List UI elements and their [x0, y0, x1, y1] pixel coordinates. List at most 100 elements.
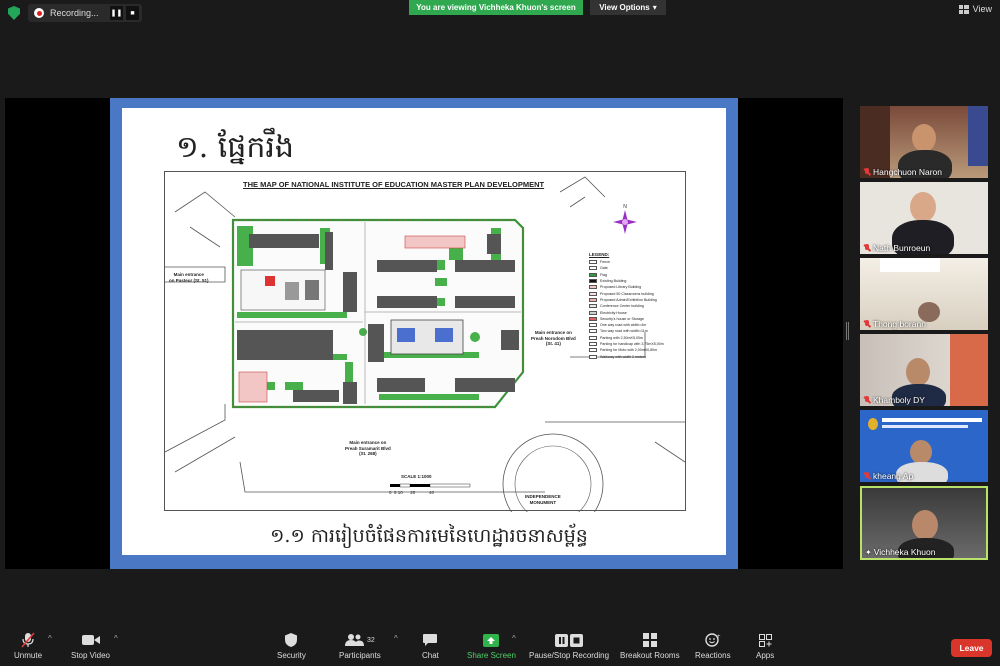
legend-swatch: [589, 316, 597, 321]
share-options-caret-icon[interactable]: ^: [512, 634, 516, 643]
chevron-down-icon: ▾: [652, 3, 657, 12]
participants-label: Participants: [339, 651, 381, 660]
breakout-rooms-icon: [642, 632, 657, 648]
legend-swatch: [589, 291, 597, 296]
legend-label: Conference Center building: [600, 304, 644, 309]
chat-label: Chat: [422, 651, 439, 660]
svg-text:+: +: [717, 634, 721, 640]
legend-title: LEGEND:: [589, 252, 610, 257]
participant-name: Nath Bunroeun: [863, 243, 930, 253]
legend-label: Parking for handicap with 3,75mX5,00m: [600, 342, 664, 346]
muted-microphone-icon: [21, 632, 35, 648]
recording-label: Recording...: [50, 8, 99, 18]
gallery-grid-icon: [958, 4, 969, 14]
legend-label: Proposed Library Building: [600, 285, 642, 290]
legend-label: Parking with 2,50mX5,00m: [600, 335, 643, 340]
legend-label: Walkway with width 2 meters: [600, 354, 646, 359]
legend-label: Proposed Admin/Exhibition Building: [600, 297, 657, 302]
view-options-button[interactable]: View Options ▾: [590, 0, 666, 15]
pin-icon: ✦: [865, 547, 872, 557]
participant-tile[interactable]: Thong borann: [860, 258, 988, 330]
panel-resize-handle[interactable]: [846, 322, 849, 340]
audio-options-caret-icon[interactable]: ^: [48, 634, 52, 643]
scale-ticks: 0 5 10 20 40: [389, 490, 435, 495]
legend-label: Flag: [600, 272, 607, 277]
video-options-caret-icon[interactable]: ^: [114, 634, 118, 643]
view-options-label: View Options: [599, 3, 650, 12]
participant-name: Khamboly DY: [863, 395, 925, 405]
leave-button[interactable]: Leave: [951, 639, 992, 657]
legend-swatch: [589, 285, 597, 290]
slide-title: ១. ផ្នែករឹង: [176, 130, 294, 165]
video-camera-icon: [81, 632, 100, 648]
meeting-toolbar: Unmute ^ Stop Video ^ Security 32 Partic…: [0, 626, 1000, 666]
participant-name: kheang Ap: [863, 471, 913, 481]
breakout-rooms-button[interactable]: Breakout Rooms: [620, 632, 680, 660]
label-suramarit-entrance: Main entrance on Preah Suramarit Blvd (S…: [345, 440, 391, 457]
legend-label: Fence: [600, 260, 610, 265]
legend-swatch: [589, 260, 597, 265]
legend-label: Existing Building: [600, 279, 627, 284]
legend-label: Gate: [600, 266, 608, 271]
unmute-label: Unmute: [14, 651, 43, 660]
legend-label: Security's house or Storage: [600, 316, 645, 321]
legend-label: One way road with width=4m: [600, 323, 647, 328]
legend-swatch: [589, 335, 597, 340]
shared-screen[interactable]: ១. ផ្នែករឹង N THE MAP OF NATIONAL INSTIT…: [5, 98, 843, 569]
legend-label: Proposed 50 Classrooms building: [600, 291, 654, 296]
legend-swatch: [589, 272, 597, 277]
participant-tile[interactable]: Hangchuon Naron: [860, 106, 988, 178]
stop-recording-icon[interactable]: ■: [126, 6, 139, 20]
map-heading: THE MAP OF NATIONAL INSTITUTE OF EDUCATI…: [243, 180, 545, 189]
stop-video-button[interactable]: Stop Video: [71, 632, 110, 660]
muted-mic-icon: [863, 168, 871, 176]
encryption-shield-icon[interactable]: [8, 6, 20, 20]
muted-mic-icon: [863, 396, 871, 404]
share-screen-label: Share Screen: [467, 651, 516, 660]
pause-recording-icon[interactable]: ❚❚: [110, 6, 123, 20]
participant-tile[interactable]: Nath Bunroeun: [860, 182, 988, 254]
chat-button[interactable]: Chat: [422, 632, 439, 660]
participants-options-caret-icon[interactable]: ^: [394, 634, 398, 643]
muted-mic-icon: [863, 320, 871, 328]
reactions-label: Reactions: [695, 651, 731, 660]
participants-button[interactable]: 32 Participants: [339, 632, 381, 660]
label-pasteur-entrance: Main entrance on Pasteur (St. 51): [169, 272, 209, 283]
apps-button[interactable]: Apps: [756, 632, 774, 660]
master-plan-map: N THE MAP OF NATIONAL INSTITUTE OF EDUCA…: [164, 171, 686, 512]
scale-label: SCALE 1:1000: [401, 474, 432, 479]
pause-stop-recording-label: Pause/Stop Recording: [529, 651, 610, 660]
legend-label: Two way road with width=11m: [600, 329, 648, 334]
security-shield-icon: [285, 632, 298, 648]
participant-name: Thong borann: [863, 319, 926, 329]
legend-label: Electricity House: [600, 310, 627, 315]
legend-label: Parking for Moto with 2,00mX0,80m: [600, 348, 658, 353]
participants-icon: 32: [345, 632, 375, 648]
label-norodom-entrance: Main entrance on Preah Norodom Blvd (St.…: [531, 330, 576, 347]
legend-swatch: [589, 310, 597, 315]
legend-swatch: [589, 279, 597, 284]
participant-tile[interactable]: kheang Ap: [860, 410, 988, 482]
apps-icon: [758, 632, 772, 648]
participant-tile-active[interactable]: ✦ Vichheka Khuon: [860, 486, 988, 560]
legend-swatch: [589, 323, 597, 328]
apps-label: Apps: [756, 651, 775, 660]
unmute-button[interactable]: Unmute: [14, 632, 42, 660]
share-screen-arrow-icon: [483, 632, 500, 648]
slide-subtitle: ១.១ ការរៀបចំផែនការមេនៃហេដ្ឋារចនាសម្ព័ន្ធ: [270, 525, 588, 547]
participant-count: 32: [367, 636, 375, 644]
security-label: Security: [277, 651, 306, 660]
presentation-slide: ១. ផ្នែករឹង N THE MAP OF NATIONAL INSTIT…: [122, 108, 726, 555]
label-independence-monument: INDEPENDENCE MONUMENT: [525, 494, 561, 505]
legend-swatch: [589, 266, 597, 271]
reactions-button[interactable]: + Reactions: [695, 632, 731, 660]
recording-indicator: Recording... ❚❚ ■: [28, 4, 142, 22]
view-button[interactable]: View: [958, 4, 992, 14]
pause-stop-recording-button[interactable]: Pause/Stop Recording: [529, 632, 609, 660]
participant-tile[interactable]: Khamboly DY: [860, 334, 988, 406]
share-screen-button[interactable]: Share Screen: [467, 632, 516, 660]
legend-swatch: [589, 354, 597, 359]
map-legend: LEGEND: Fence Gate Flag Existing Building Pr…: [589, 252, 681, 360]
security-button[interactable]: Security: [277, 632, 306, 660]
presentation-slide-frame: ១. ផ្នែករឹង N THE MAP OF NATIONAL INSTIT…: [110, 98, 738, 569]
